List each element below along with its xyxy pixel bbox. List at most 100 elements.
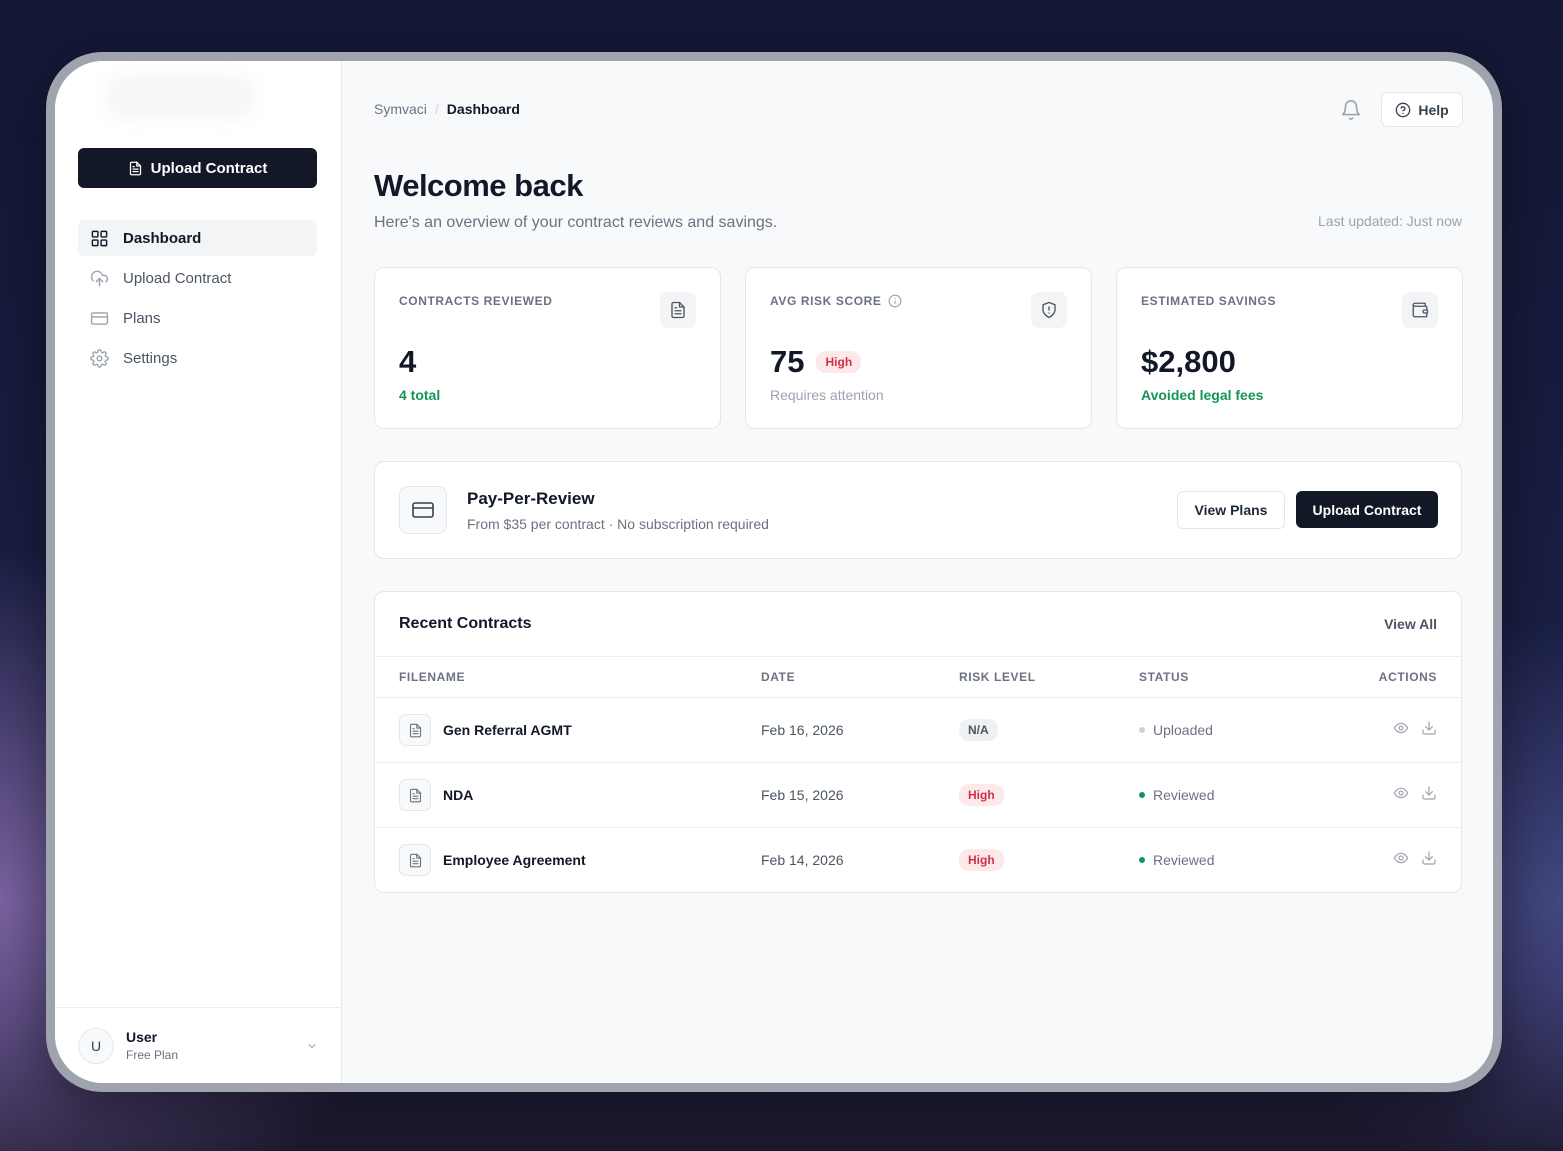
column-header-risk-level: RISK LEVEL bbox=[959, 670, 1036, 684]
ppr-subtitle: From $35 per contract · No subscription … bbox=[467, 516, 769, 532]
risk-badge: High bbox=[959, 849, 1004, 871]
help-button[interactable]: Help bbox=[1381, 92, 1463, 127]
sidebar-upload-label: Upload Contract bbox=[150, 159, 268, 177]
date: Feb 16, 2026 bbox=[761, 722, 844, 738]
bell-icon[interactable] bbox=[1340, 99, 1362, 121]
eye-icon[interactable] bbox=[1393, 785, 1409, 801]
user-menu[interactable]: U User Free Plan bbox=[55, 1007, 342, 1083]
breadcrumb-root[interactable]: Symvaci bbox=[374, 101, 427, 117]
table-header: FILENAME DATE RISK LEVEL STATUS ACTIONS bbox=[375, 657, 1461, 698]
stat-note: Avoided legal fees bbox=[1141, 387, 1264, 403]
risk-badge: High bbox=[959, 784, 1004, 806]
date: Feb 15, 2026 bbox=[761, 787, 844, 803]
view-plans-button[interactable]: View Plans bbox=[1177, 491, 1285, 529]
table-row[interactable]: Gen Referral AGMT Feb 16, 2026 N/A Uploa… bbox=[375, 698, 1461, 763]
chevron-down-icon bbox=[308, 1044, 316, 1049]
document-icon bbox=[409, 853, 421, 867]
ppr-icon-box bbox=[399, 486, 447, 534]
stat-note: Requires attention bbox=[770, 387, 884, 403]
sidebar-nav: Dashboard Upload Contract Plans Settings bbox=[78, 220, 317, 380]
app-window: Upload Contract Dashboard Upload Contrac… bbox=[55, 61, 1493, 1083]
stat-label: AVG RISK SCORE bbox=[770, 294, 902, 308]
table-row[interactable]: Employee Agreement Feb 14, 2026 High Rev… bbox=[375, 828, 1461, 892]
grid-icon bbox=[91, 230, 108, 246]
view-all-link[interactable]: View All bbox=[1384, 616, 1437, 632]
last-updated: Last updated: Just now bbox=[1318, 213, 1462, 229]
sidebar-upload-button[interactable]: Upload Contract bbox=[78, 148, 317, 188]
breadcrumb-current: Dashboard bbox=[446, 101, 520, 117]
info-icon[interactable] bbox=[888, 294, 902, 308]
risk-badge: High bbox=[816, 351, 862, 373]
recent-title: Recent Contracts bbox=[399, 615, 532, 632]
sidebar-item-settings[interactable]: Settings bbox=[78, 340, 317, 376]
download-icon[interactable] bbox=[1421, 720, 1437, 736]
status-dot bbox=[1139, 792, 1145, 798]
breadcrumb: Symvaci / Dashboard bbox=[374, 101, 520, 117]
document-icon bbox=[129, 161, 141, 175]
filename[interactable]: Employee Agreement bbox=[443, 852, 586, 868]
row-actions bbox=[1393, 720, 1437, 736]
column-header-filename: FILENAME bbox=[399, 670, 466, 684]
sidebar-item-label: Plans bbox=[123, 309, 161, 327]
sidebar-item-upload-contract[interactable]: Upload Contract bbox=[78, 260, 317, 296]
stat-icon-box bbox=[1402, 292, 1438, 328]
gear-icon bbox=[90, 348, 109, 368]
sidebar-item-label: Dashboard bbox=[123, 229, 202, 247]
stat-note: 4 total bbox=[399, 387, 441, 403]
page-subtitle: Here's an overview of your contract revi… bbox=[374, 214, 778, 231]
avatar: U bbox=[78, 1027, 114, 1064]
sidebar-item-label: Settings bbox=[123, 349, 178, 367]
stat-icon-box bbox=[660, 292, 696, 328]
download-icon[interactable] bbox=[1421, 785, 1437, 801]
sidebar: Upload Contract Dashboard Upload Contrac… bbox=[55, 61, 342, 1083]
recent-header: Recent Contracts View All bbox=[375, 592, 1461, 657]
status-text: Uploaded bbox=[1153, 722, 1213, 738]
upload-contract-button[interactable]: Upload Contract bbox=[1296, 491, 1438, 528]
sidebar-item-dashboard[interactable]: Dashboard bbox=[78, 220, 317, 256]
stat-value: 75 High bbox=[770, 344, 862, 380]
ppr-title: Pay-Per-Review bbox=[467, 489, 595, 508]
status-dot bbox=[1139, 727, 1145, 733]
status: Uploaded bbox=[1139, 722, 1213, 738]
main-content: Symvaci / Dashboard Help Welcome back He… bbox=[342, 61, 1493, 1083]
file-icon-box bbox=[399, 844, 431, 876]
risk-level: N/A bbox=[959, 719, 998, 741]
stat-card-avg-risk-score: AVG RISK SCORE 75 High Requires attentio… bbox=[745, 267, 1092, 429]
file-icon-box bbox=[399, 779, 431, 811]
recent-contracts-card: Recent Contracts View All FILENAME DATE … bbox=[374, 591, 1462, 893]
download-icon[interactable] bbox=[1421, 850, 1437, 866]
risk-level: High bbox=[959, 784, 1004, 806]
status: Reviewed bbox=[1139, 787, 1214, 803]
stat-card-contracts-reviewed: CONTRACTS REVIEWED 4 4 total bbox=[374, 267, 721, 429]
wallet-icon bbox=[1412, 302, 1429, 318]
pay-per-review-card: Pay-Per-Review From $35 per contract · N… bbox=[374, 461, 1462, 559]
page-title: Welcome back bbox=[374, 168, 583, 203]
eye-icon[interactable] bbox=[1393, 850, 1409, 866]
stat-value: $2,800 bbox=[1141, 344, 1236, 379]
table-row[interactable]: NDA Feb 15, 2026 High Reviewed bbox=[375, 763, 1461, 828]
column-header-date: DATE bbox=[761, 670, 796, 684]
credit-card-icon bbox=[90, 311, 109, 325]
risk-badge: N/A bbox=[959, 719, 998, 741]
sidebar-item-label: Upload Contract bbox=[123, 269, 232, 287]
stat-card-estimated-savings: ESTIMATED SAVINGS $2,800 Avoided legal f… bbox=[1116, 267, 1463, 429]
stat-label: CONTRACTS REVIEWED bbox=[399, 294, 553, 308]
status-text: Reviewed bbox=[1153, 852, 1215, 868]
file-icon-box bbox=[399, 714, 431, 746]
user-plan: Free Plan bbox=[126, 1048, 179, 1062]
document-icon bbox=[409, 788, 421, 802]
filename[interactable]: Gen Referral AGMT bbox=[443, 722, 572, 738]
stat-icon-box bbox=[1031, 292, 1067, 328]
filename[interactable]: NDA bbox=[443, 787, 473, 803]
sidebar-item-plans[interactable]: Plans bbox=[78, 300, 317, 336]
stat-value: 4 bbox=[399, 344, 417, 379]
app-logo bbox=[105, 75, 255, 119]
eye-icon[interactable] bbox=[1393, 720, 1409, 736]
shield-icon bbox=[1042, 301, 1056, 319]
document-icon bbox=[671, 301, 685, 319]
column-header-actions: ACTIONS bbox=[1378, 670, 1437, 684]
credit-card-icon bbox=[412, 502, 434, 518]
help-circle-icon bbox=[1395, 102, 1411, 117]
status-dot bbox=[1139, 857, 1145, 863]
breadcrumb-separator: / bbox=[434, 101, 439, 117]
